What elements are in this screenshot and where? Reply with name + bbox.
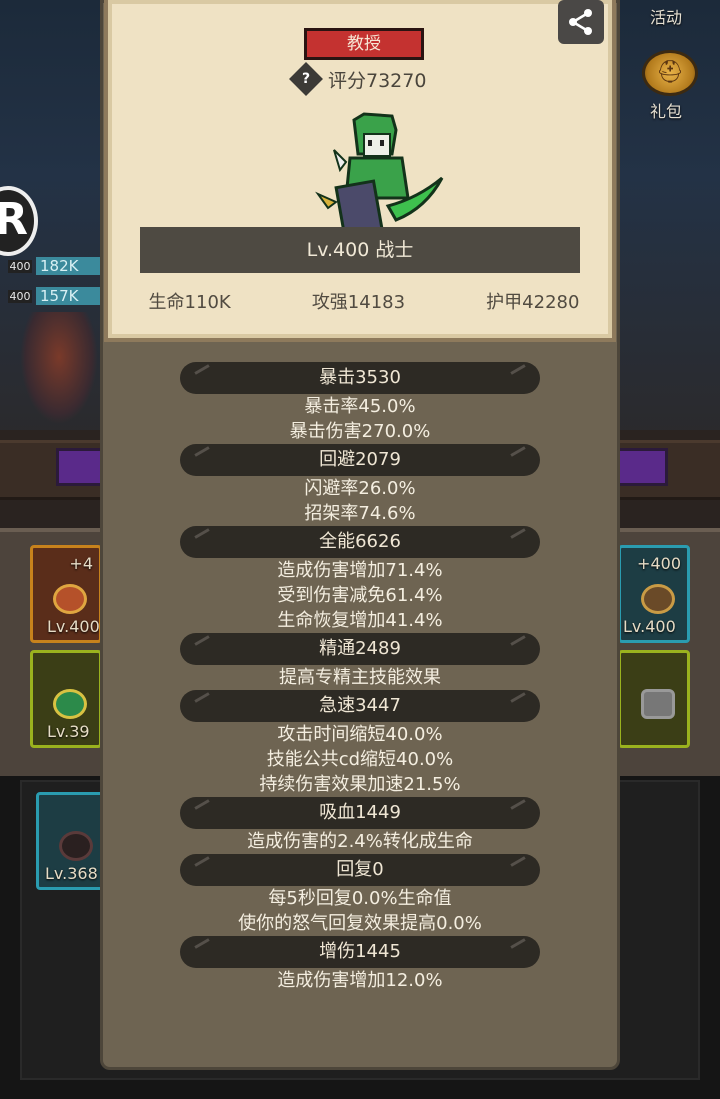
attribute-detail: 使你的怒气回复效果提高0.0%	[238, 913, 482, 934]
unit-level: 400	[8, 259, 32, 273]
character-card: 教授 ? 评分73270 Lv.400 战士 生命110K 攻强14183 护甲…	[104, 0, 616, 342]
attribute-detail: 攻击时间缩短40.0%	[277, 724, 443, 745]
equipment-slot[interactable]	[618, 650, 690, 748]
primary-stats: 生命110K 攻强14183 护甲42280	[108, 288, 620, 314]
warrior-avatar	[315, 112, 444, 235]
class-level-bar: Lv.400 战士	[140, 227, 580, 273]
inventory-slot[interactable]: Lv.368	[36, 792, 108, 890]
slot-level: Lv.400	[47, 617, 100, 636]
attribute-detail: 暴击伤害270.0%	[289, 421, 431, 442]
attribute-block: 暴击3530 暴击率45.0% 暴击伤害270.0%	[100, 362, 620, 444]
attribute-list: 暴击3530 暴击率45.0% 暴击伤害270.0% 回避2079 闪避率26.…	[100, 362, 620, 993]
stat-hp: 生命110K	[148, 292, 231, 313]
share-icon	[569, 9, 592, 35]
attribute-detail: 生命恢复增加41.4%	[277, 610, 443, 631]
attribute-detail: 持续伤害效果加速21.5%	[259, 774, 461, 795]
activity-label[interactable]: 活动	[650, 4, 682, 28]
score-label: 评分73270	[328, 69, 427, 92]
attribute-block: 精通2489 提高专精主技能效果	[100, 633, 620, 690]
slot-level: Lv.400	[623, 617, 676, 636]
attribute-header: 全能6626	[180, 526, 540, 558]
attribute-detail: 闪避率26.0%	[304, 478, 416, 499]
unit-hp-bar: 400 182K	[8, 256, 102, 276]
attribute-detail: 造成伤害增加71.4%	[277, 560, 443, 581]
gift-icon[interactable]: ⛑	[642, 50, 698, 96]
stat-armor: 护甲42280	[486, 292, 580, 313]
unit-hp: 182K	[36, 257, 102, 275]
attribute-header: 吸血1449	[180, 797, 540, 829]
shoulder-icon	[641, 584, 675, 614]
title-badge: 教授	[304, 28, 424, 60]
ally-unit-sprite	[20, 312, 98, 424]
attribute-detail: 每5秒回复0.0%生命值	[268, 888, 452, 909]
gift-label[interactable]: 礼包	[650, 98, 682, 122]
unit-hp: 157K	[36, 287, 102, 305]
armor-icon	[641, 689, 675, 719]
attribute-detail: 造成伤害增加12.0%	[277, 970, 443, 991]
attribute-header: 暴击3530	[180, 362, 540, 394]
helmet-icon	[53, 584, 87, 614]
stat-attack: 攻强14183	[311, 292, 406, 313]
help-icon[interactable]: ?	[289, 62, 323, 96]
attribute-block: 吸血1449 造成伤害的2.4%转化成生命	[100, 797, 620, 854]
equipment-slot[interactable]: +400 Lv.400	[618, 545, 690, 643]
equipment-slot[interactable]: +4 Lv.400	[30, 545, 102, 643]
attribute-block: 全能6626 造成伤害增加71.4% 受到伤害减免61.4% 生命恢复增加41.…	[100, 526, 620, 633]
amulet-icon	[53, 689, 87, 719]
slot-plus: +4	[69, 554, 93, 573]
slot-level: Lv.39	[47, 722, 90, 741]
attribute-detail: 技能公共cd缩短40.0%	[266, 749, 454, 770]
share-button[interactable]	[558, 0, 604, 44]
attribute-header: 急速3447	[180, 690, 540, 722]
attribute-header: 增伤1445	[180, 936, 540, 968]
equipment-slot[interactable]: Lv.39	[30, 650, 102, 748]
attribute-block: 回复0 每5秒回复0.0%生命值 使你的怒气回复效果提高0.0%	[100, 854, 620, 936]
attribute-header: 回避2079	[180, 444, 540, 476]
attribute-header: 精通2489	[180, 633, 540, 665]
unit-hp-bar: 400 157K	[8, 286, 102, 306]
rank-letter: R	[0, 194, 28, 245]
attribute-detail: 造成伤害的2.4%转化成生命	[247, 831, 473, 852]
slot-level: Lv.368	[45, 864, 98, 883]
score-row: ? 评分73270	[289, 62, 427, 96]
attribute-block: 回避2079 闪避率26.0% 招架率74.6%	[100, 444, 620, 526]
attribute-block: 增伤1445 造成伤害增加12.0%	[100, 936, 620, 993]
slot-plus: +400	[637, 554, 681, 573]
attribute-detail: 暴击率45.0%	[304, 396, 416, 417]
attribute-header: 回复0	[180, 854, 540, 886]
attribute-detail: 招架率74.6%	[304, 503, 416, 524]
unit-level: 400	[8, 289, 32, 303]
attribute-block: 急速3447 攻击时间缩短40.0% 技能公共cd缩短40.0% 持续伤害效果加…	[100, 690, 620, 797]
attribute-detail: 受到伤害减免61.4%	[277, 585, 443, 606]
attribute-detail: 提高专精主技能效果	[279, 667, 441, 688]
weapon-icon	[59, 831, 93, 861]
